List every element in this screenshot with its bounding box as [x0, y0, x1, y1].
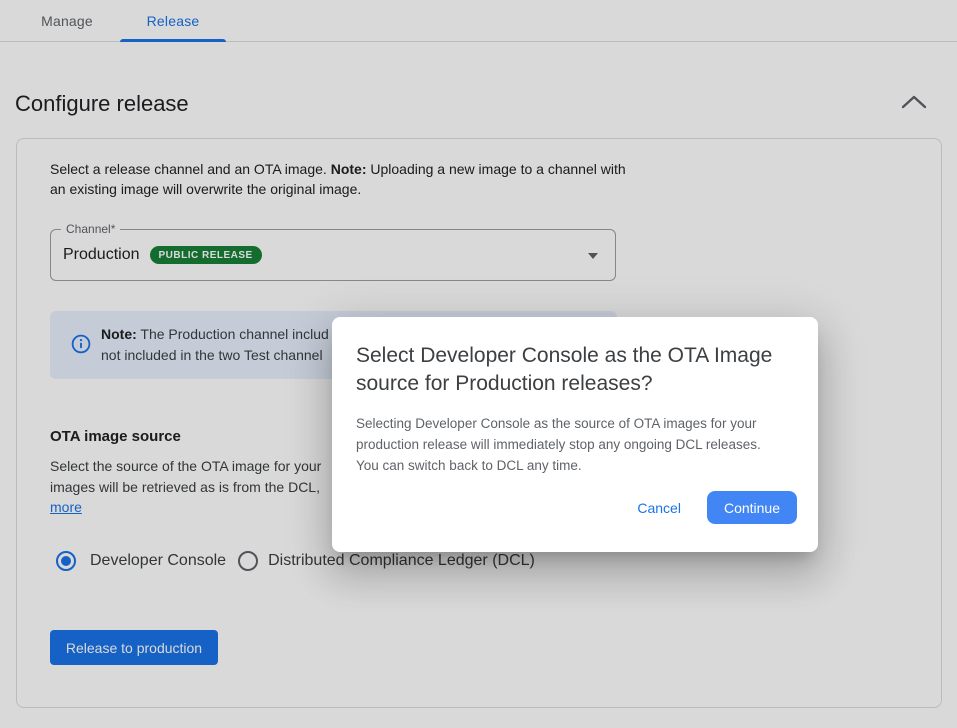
dialog-title-line2: source for Production releases? — [356, 370, 772, 398]
dialog-body: Selecting Developer Console as the sourc… — [356, 413, 761, 476]
dialog-body-line1: Selecting Developer Console as the sourc… — [356, 413, 761, 434]
dialog-title-line1: Select Developer Console as the OTA Imag… — [356, 342, 772, 370]
dialog-body-line3: You can switch back to DCL any time. — [356, 455, 761, 476]
cancel-button[interactable]: Cancel — [637, 500, 681, 516]
continue-button[interactable]: Continue — [707, 491, 797, 524]
dialog-body-line2: production release will immediately stop… — [356, 434, 761, 455]
confirm-dialog: Select Developer Console as the OTA Imag… — [332, 317, 818, 552]
dialog-actions: Cancel Continue — [637, 491, 797, 524]
dialog-title: Select Developer Console as the OTA Imag… — [356, 342, 772, 398]
